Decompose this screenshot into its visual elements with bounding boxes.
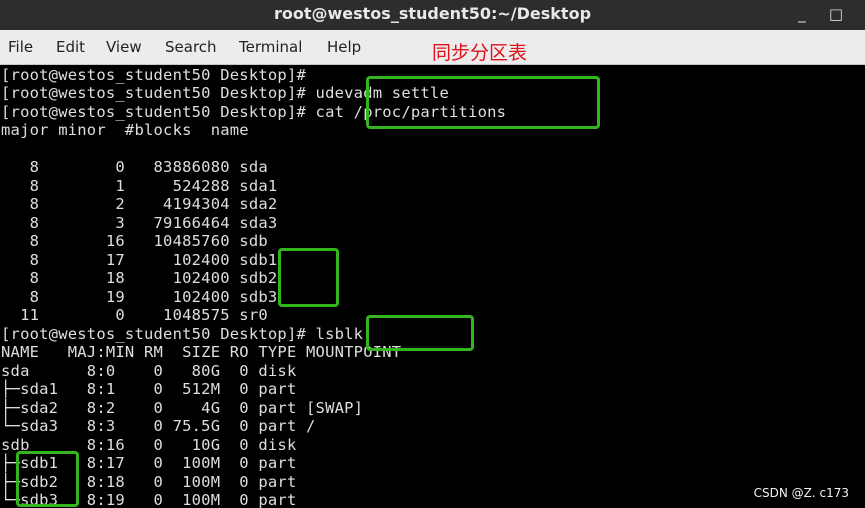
terminal-line: ├─sda2 8:2 0 4G 0 part [SWAP] xyxy=(1,399,364,417)
terminal-line: sda 8:0 0 80G 0 disk xyxy=(1,362,297,380)
terminal-line: 11 0 1048575 sr0 xyxy=(1,306,268,324)
menu-help[interactable]: Help xyxy=(327,38,361,56)
terminal-output[interactable]: [root@westos_student50 Desktop]# [root@w… xyxy=(0,66,865,508)
menu-view[interactable]: View xyxy=(106,38,142,56)
menu-edit[interactable]: Edit xyxy=(56,38,85,56)
terminal-line: [root@westos_student50 Desktop]# lsblk xyxy=(1,325,364,343)
highlight-box-commands xyxy=(366,76,600,129)
menu-search[interactable]: Search xyxy=(165,38,217,56)
maximize-button[interactable]: □ xyxy=(826,4,846,24)
terminal-line: 8 2 4194304 sda2 xyxy=(1,195,278,213)
terminal-line: [root@westos_student50 Desktop]# xyxy=(1,66,307,84)
window-title: root@westos_student50:~/Desktop xyxy=(273,4,592,23)
annotation-sync-partition-table: 同步分区表 xyxy=(432,42,528,64)
highlight-box-new-partitions xyxy=(278,248,339,307)
highlight-box-lsblk xyxy=(366,315,474,351)
terminal-line: ├─sda1 8:1 0 512M 0 part xyxy=(1,380,297,398)
terminal-line: 8 3 79166464 sda3 xyxy=(1,214,278,232)
terminal-line: 8 18 102400 sdb2 xyxy=(1,269,278,287)
terminal-line: 8 19 102400 sdb3 xyxy=(1,288,278,306)
terminal-line: 8 17 102400 sdb1 xyxy=(1,251,278,269)
menu-terminal[interactable]: Terminal xyxy=(239,38,302,56)
terminal-line: NAME MAJ:MIN RM SIZE RO TYPE MOUNTPOINT xyxy=(1,343,402,361)
highlight-box-lsblk-partitions xyxy=(16,451,79,507)
window-titlebar[interactable]: root@westos_student50:~/Desktop _ □ xyxy=(0,0,865,30)
minimize-button[interactable]: _ xyxy=(792,4,812,24)
terminal-line: 8 16 10485760 sdb xyxy=(1,232,268,250)
terminal-line: 8 1 524288 sda1 xyxy=(1,177,278,195)
csdn-watermark: CSDN @Z. c173 xyxy=(753,486,849,500)
terminal-line: 8 0 83886080 sda xyxy=(1,158,268,176)
menu-file[interactable]: File xyxy=(8,38,33,56)
terminal-line: └─sda3 8:3 0 75.5G 0 part / xyxy=(1,417,316,435)
terminal-line: major minor #blocks name xyxy=(1,121,249,139)
